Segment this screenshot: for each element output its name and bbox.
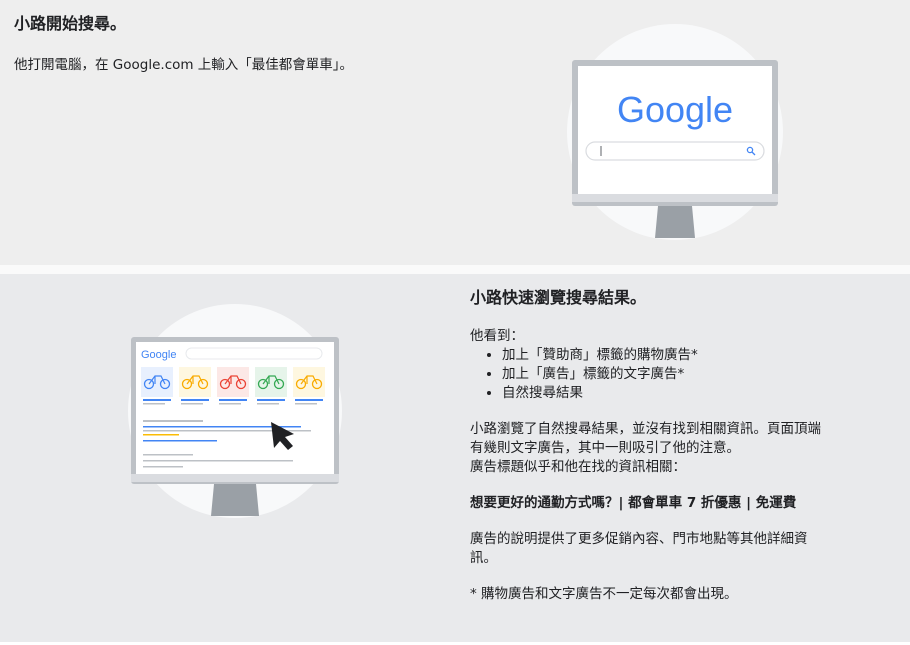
search-box bbox=[185, 347, 323, 360]
ad-headline: 想要更好的通勤方式嗎？| 都會單車 7 折優惠 | 免運費 bbox=[470, 495, 797, 511]
section-divider bbox=[0, 265, 910, 274]
paragraph-line: 廣告的說明提供了更多促銷內容、門市地點等其他詳細資 bbox=[470, 531, 808, 547]
results-section: Google 小路快速瀏覽搜尋結果。 他看到： • 加上「贊助商」標籤的購物廣告… bbox=[0, 274, 910, 642]
paragraph-line: 廣告標題似乎和他在找的資訊相關： bbox=[470, 459, 686, 475]
section-description: 他打開電腦，在 Google.com 上輸入「最佳都會單車」。 bbox=[14, 57, 354, 73]
footnote: * 購物廣告和文字廣告不一定每次都會出現。 bbox=[470, 586, 738, 602]
section-title: 小路開始搜尋。 bbox=[14, 14, 127, 33]
search-start-section: 小路開始搜尋。 他打開電腦，在 Google.com 上輸入「最佳都會單車」。 … bbox=[0, 0, 910, 265]
list-item: 加上「廣告」標籤的文字廣告* bbox=[502, 365, 895, 384]
paragraph-line: 訊。 bbox=[470, 550, 497, 566]
results-description: 小路快速瀏覽搜尋結果。 他看到： 加上「贊助商」標籤的購物廣告* 加上「廣告」標… bbox=[470, 288, 895, 604]
google-logo: Google bbox=[617, 89, 733, 130]
section-title: 小路快速瀏覽搜尋結果。 bbox=[470, 288, 647, 307]
search-box bbox=[585, 141, 765, 161]
computer-search-results-illustration: Google bbox=[128, 304, 342, 518]
paragraph-line: 有幾則文字廣告，其中一則吸引了他的注意。 bbox=[470, 440, 740, 456]
computer-google-search-illustration: Google bbox=[567, 24, 783, 240]
paragraph-line: 小路瀏覽了自然搜尋結果，並沒有找到相關資訊。頁面頂端 bbox=[470, 421, 821, 437]
list-item: 加上「贊助商」標籤的購物廣告* bbox=[502, 346, 895, 365]
list-item: 自然搜尋結果 bbox=[502, 384, 895, 403]
results-list: 加上「贊助商」標籤的購物廣告* 加上「廣告」標籤的文字廣告* 自然搜尋結果 bbox=[470, 346, 895, 403]
google-logo: Google bbox=[141, 349, 176, 361]
intro-text: 他看到： bbox=[470, 328, 524, 344]
